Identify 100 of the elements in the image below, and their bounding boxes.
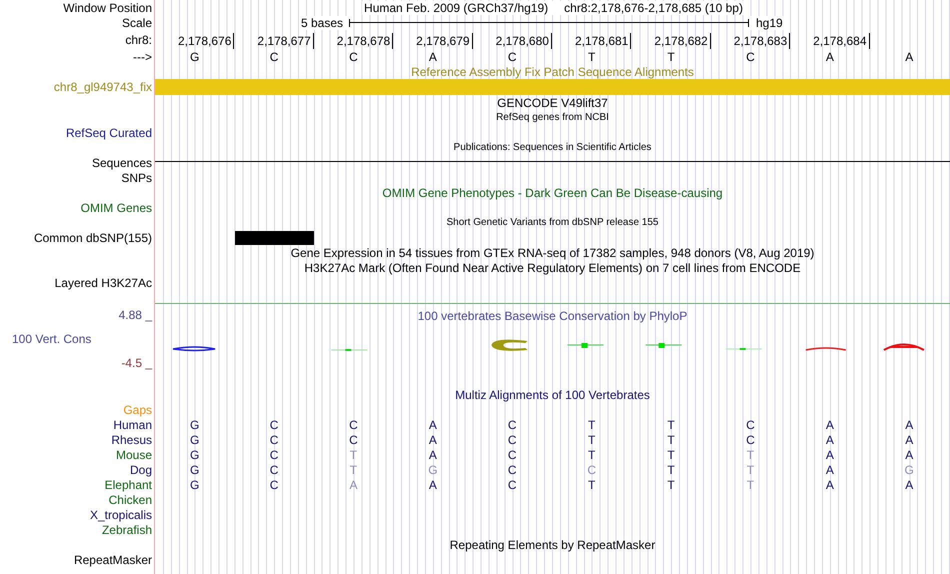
track-label: Layered H3K27Ac [54, 276, 152, 290]
base-letter: C [349, 50, 358, 64]
coordinate-label: 2,178,684 [813, 32, 870, 48]
base-letter: C [587, 462, 596, 476]
track-label: chr8: [125, 32, 152, 46]
base-letter: C [508, 50, 517, 64]
track-title: Short Genetic Variants from dbSNP release 155 [446, 216, 658, 230]
coordinate-label: 2,178,679 [416, 32, 473, 48]
track-label: Dog [130, 462, 152, 476]
base-letter: T [746, 462, 754, 476]
track-title: 100 vertebrates Basewise Conservation by PhyloP [418, 309, 688, 323]
base-letter: A [905, 478, 914, 492]
base-letter: C [508, 418, 517, 432]
track-title: Gene Expression in 54 tissues from GTEx RNA-seq of 17382 samples, 948 donors (V8, Aug 2019) [290, 246, 814, 260]
track-title: OMIM Gene Phenotypes - Dark Green Can Be Disease-causing [382, 186, 723, 200]
position-text: chr8:2,178,676-2,178,685 (10 bp) [564, 0, 743, 14]
track-label: SNPs [121, 170, 152, 184]
track-label: Rhesus [111, 432, 152, 446]
track-label: Zebrafish [102, 522, 152, 536]
track-label: Mouse [116, 448, 152, 462]
track-label: X_tropicalis [90, 508, 152, 522]
track-label: chr8_gl949743_fix [54, 80, 152, 94]
track-label: RefSeq Curated [66, 126, 152, 140]
base-letter: C [508, 432, 517, 446]
track-label: OMIM Genes [80, 200, 152, 214]
base-letter: A [905, 50, 914, 64]
track-label: Elephant [104, 478, 152, 492]
axis-min-label: -4.5 _ [121, 356, 152, 370]
base-letter: C [270, 462, 278, 476]
base-letter: A [826, 432, 834, 446]
base-letter: C [270, 478, 278, 492]
base-letter: A [905, 418, 914, 432]
coordinate-label: 2,178,677 [257, 32, 314, 48]
base-letter: C [270, 50, 278, 64]
base-letter: G [904, 462, 914, 476]
track-title: Publications: Sequences in Scientific Articles [454, 140, 652, 154]
track-label: 100 Vert. Cons [11, 332, 92, 346]
base-letter: T [588, 50, 596, 64]
track-label: Gaps [123, 402, 152, 416]
track-label: Sequences [92, 156, 152, 170]
base-letter: C [270, 448, 278, 462]
coordinate-label: 2,178,682 [654, 32, 711, 48]
track-label: Human [113, 418, 152, 432]
base-letter: G [190, 478, 200, 492]
base-letter: T [667, 462, 675, 476]
base-letter: G [190, 432, 200, 446]
base-letter: G [190, 462, 200, 476]
coordinate-label: 2,178,680 [496, 32, 552, 48]
base-letter: A [826, 448, 834, 462]
base-letter: A [905, 432, 914, 446]
track-label: ---> [133, 50, 152, 64]
track-label: Chicken [108, 492, 152, 506]
base-letter: A [428, 478, 437, 492]
base-letter: G [190, 448, 200, 462]
base-letter: A [826, 478, 834, 492]
base-letter: A [826, 50, 834, 64]
base-letter: T [746, 448, 754, 462]
base-letter: T [588, 418, 596, 432]
axis-max-label: 4.88 _ [118, 308, 152, 322]
base-letter: G [428, 462, 438, 476]
base-letter: T [350, 448, 358, 462]
base-letter: G [190, 50, 200, 64]
track-label: Common dbSNP(155) [34, 230, 152, 244]
track-title: Multiz Alignments of 100 Vertebrates [455, 388, 650, 402]
base-letter: T [746, 478, 754, 492]
base-letter: C [746, 418, 755, 432]
base-letter: C [746, 432, 755, 446]
base-letter: A [428, 418, 437, 432]
track-label: RepeatMasker [74, 552, 152, 566]
base-letter: A [905, 448, 914, 462]
track-title: RefSeq genes from NCBI [496, 110, 609, 124]
base-letter: A [349, 478, 358, 492]
assembly-label: hg19 [749, 16, 785, 30]
base-letter: T [588, 478, 596, 492]
base-letter: T [588, 448, 596, 462]
base-letter: A [428, 50, 437, 64]
base-letter: C [349, 432, 358, 446]
coordinate-label: 2,178,678 [336, 32, 394, 48]
scale-text: 5 bases [300, 16, 349, 30]
track-title: GENCODE V49lift37 [497, 96, 608, 110]
base-letter: T [667, 432, 675, 446]
track-label: Window Position [63, 0, 152, 14]
assembly-title: Human Feb. 2009 (GRCh37/hg19) [364, 0, 548, 14]
base-letter: C [349, 418, 358, 432]
base-letter: A [428, 432, 437, 446]
base-letter: C [270, 418, 278, 432]
base-letter: A [826, 462, 834, 476]
base-letter: T [667, 418, 675, 432]
coordinate-label: 2,178,683 [734, 32, 790, 48]
base-letter: A [826, 418, 834, 432]
coordinate-label: 2,178,681 [574, 32, 632, 48]
base-letter: G [190, 418, 200, 432]
base-letter: T [350, 462, 358, 476]
base-letter: C [270, 432, 278, 446]
base-letter: C [508, 462, 517, 476]
base-letter: T [667, 448, 675, 462]
base-letter: T [588, 432, 596, 446]
base-letter: T [667, 50, 675, 64]
base-letter: C [508, 448, 517, 462]
base-letter: T [667, 478, 675, 492]
